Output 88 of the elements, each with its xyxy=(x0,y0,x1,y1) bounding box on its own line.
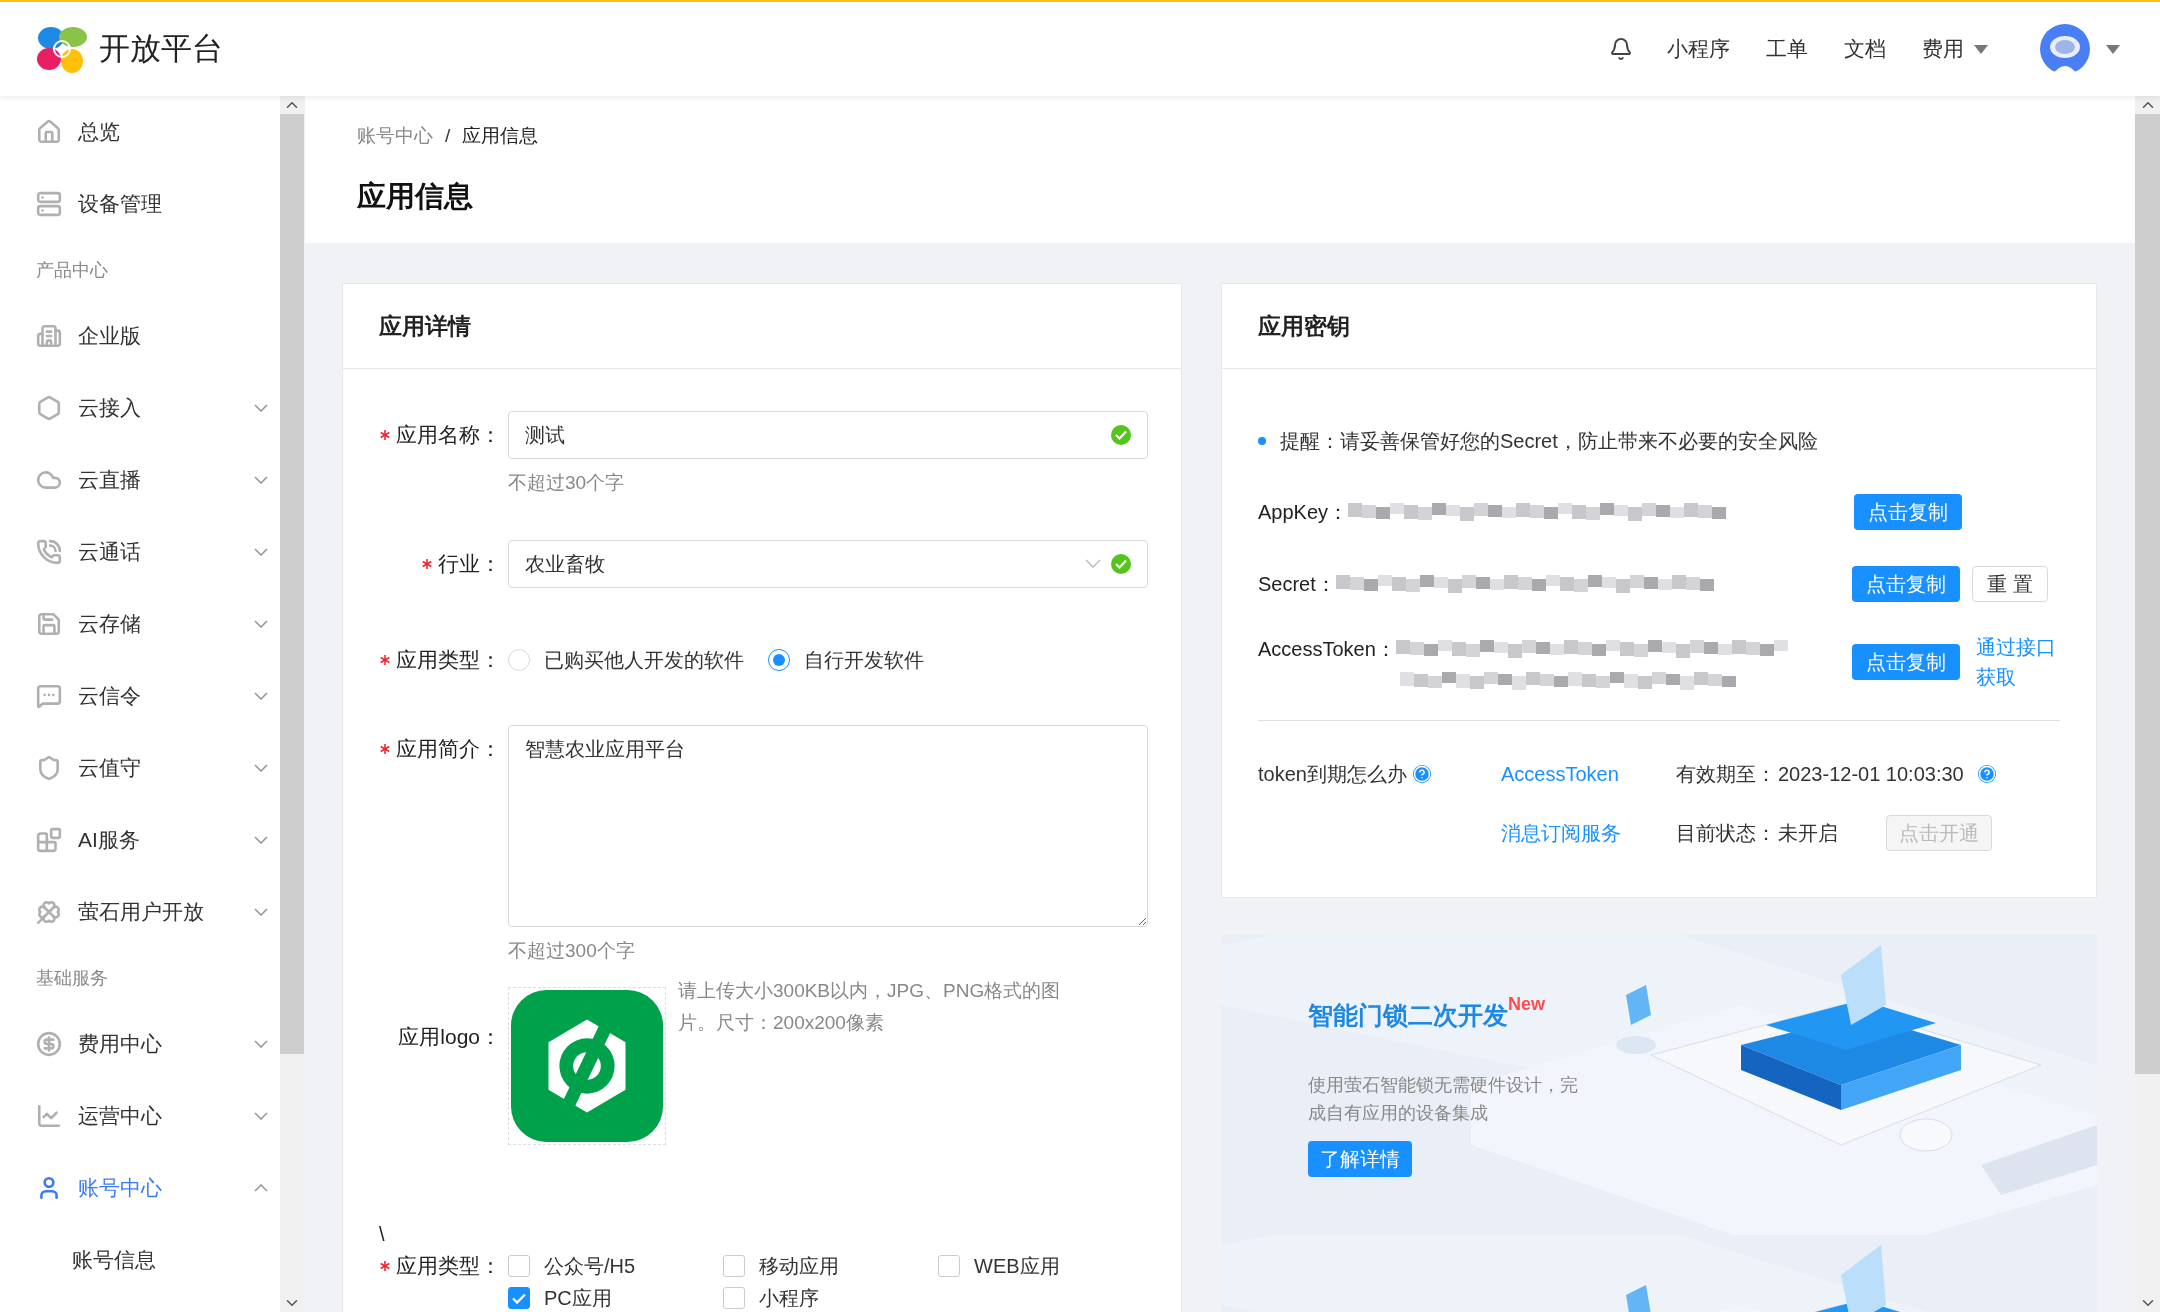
checkbox-label[interactable]: 小程序 xyxy=(759,1283,819,1312)
caret-down-icon[interactable] xyxy=(2106,44,2120,54)
sidebar-item[interactable]: 账号中心 xyxy=(0,1152,280,1224)
reset-button[interactable]: 重 置 xyxy=(1972,566,2048,602)
coin-icon xyxy=(36,1031,62,1057)
hexagon-icon xyxy=(36,395,62,421)
sidebar-item[interactable]: AI服务 xyxy=(0,804,280,876)
sidebar-item[interactable]: 运营中心 xyxy=(0,1080,280,1152)
breadcrumb-link[interactable]: 账号中心 xyxy=(357,122,433,151)
clover-icon xyxy=(36,899,62,925)
field-label: 应用类型： xyxy=(396,1253,501,1280)
checkbox-label[interactable]: WEB应用 xyxy=(974,1251,1060,1281)
field-label: 应用名称： xyxy=(396,422,501,449)
sidebar-item[interactable]: 设备管理 xyxy=(0,168,280,240)
status-value: 2023-12-01 10:03:30 xyxy=(1778,762,1964,787)
scrollbar-thumb[interactable] xyxy=(2135,114,2160,1074)
checkbox-label[interactable]: 移动应用 xyxy=(759,1251,839,1281)
sidebar-item[interactable]: 云信令 xyxy=(0,660,280,732)
sidebar-item[interactable]: 萤石用户开放 xyxy=(0,876,280,948)
select-field[interactable]: 农业畜牧 xyxy=(508,539,1148,588)
nav-link[interactable]: 费用 xyxy=(1922,33,1988,65)
logo-icon xyxy=(35,24,89,74)
checkbox[interactable] xyxy=(508,1287,530,1309)
section-label: 基础服务 xyxy=(36,966,108,990)
check-icon xyxy=(512,1292,526,1304)
section-label: 产品中心 xyxy=(36,258,108,282)
key-label: AppKey： xyxy=(1258,500,1349,525)
sidebar-item[interactable]: 云接入 xyxy=(0,372,280,444)
checkbox[interactable] xyxy=(938,1255,960,1277)
nav-link[interactable]: 小程序 xyxy=(1667,33,1730,65)
sidebar-item[interactable]: 云存储 xyxy=(0,588,280,660)
server-icon xyxy=(36,191,62,217)
sidebar-subitem[interactable]: 账号信息 xyxy=(0,1224,280,1296)
radio-label[interactable]: 自行开发软件 xyxy=(804,644,924,675)
text-field[interactable]: 测试 xyxy=(508,411,1148,459)
radio-label[interactable]: 已购买他人开发的软件 xyxy=(544,644,744,675)
notice-text: 提醒：请妥善保管好您的Secret，防止带来不必要的安全风险 xyxy=(1280,429,1818,454)
home-icon xyxy=(36,119,62,145)
status-value: 未开启 xyxy=(1778,821,1838,846)
checkbox[interactable] xyxy=(508,1255,530,1277)
help-icon[interactable] xyxy=(1977,765,1996,783)
chevron-down-icon xyxy=(1085,559,1101,568)
checkbox-label[interactable]: PC应用 xyxy=(544,1283,612,1312)
field-hint: 不超过30个字 xyxy=(508,471,625,495)
page-title: 应用信息 xyxy=(357,179,473,212)
upload-help-text: 请上传大小300KB以内，JPG、PNG格式的图片。尺寸：200x200像素 xyxy=(678,979,1062,1035)
card-title: 应用详情 xyxy=(379,311,471,341)
platform-title: 开放平台 xyxy=(99,29,223,68)
sidebar-item[interactable]: 云通话 xyxy=(0,516,280,588)
description-textarea[interactable]: 智慧农业应用平台 xyxy=(508,724,1148,927)
checkbox[interactable] xyxy=(723,1287,745,1309)
sidebar-item[interactable]: 费用中心 xyxy=(0,1008,280,1080)
nav-link[interactable]: 工单 xyxy=(1766,33,1808,65)
breadcrumb-current: 应用信息 xyxy=(462,124,539,148)
chat-bubble-icon xyxy=(36,683,62,709)
field-label: 行业： xyxy=(438,550,501,577)
building-icon xyxy=(36,323,62,349)
sidebar-item[interactable]: 总览 xyxy=(0,96,280,168)
field-label: 应用类型： xyxy=(396,646,501,673)
stray-text: \ xyxy=(379,1223,385,1245)
field-label: 应用简介： xyxy=(396,735,501,762)
bullet-icon xyxy=(1258,437,1266,445)
sidebar-item[interactable]: 云直播 xyxy=(0,444,280,516)
card-title: 应用密钥 xyxy=(1258,311,1350,341)
key-label: AccessToken： xyxy=(1258,636,1396,662)
shield-icon xyxy=(36,755,62,781)
checkbox[interactable] xyxy=(723,1255,745,1277)
scrollbar-thumb[interactable] xyxy=(280,114,304,1054)
scrollbar[interactable] xyxy=(2135,96,2160,1312)
field-label: 应用logo： xyxy=(398,1024,501,1051)
notification-bell-icon[interactable] xyxy=(1609,37,1633,61)
sidebar-item[interactable]: 云值守 xyxy=(0,732,280,804)
chart-icon xyxy=(36,1103,62,1129)
breadcrumb-separator: / xyxy=(445,124,451,148)
avatar-icon[interactable] xyxy=(2040,24,2090,74)
sidebar-item[interactable]: 企业版 xyxy=(0,300,280,372)
blocks-icon xyxy=(36,827,62,853)
app-logo-icon xyxy=(508,987,666,1145)
phone-icon xyxy=(36,539,62,565)
status-label: 目前状态： xyxy=(1676,821,1776,846)
checkbox-label[interactable]: 公众号/H5 xyxy=(544,1251,636,1281)
token-help-text: token到期怎么办 xyxy=(1258,762,1407,787)
key-label: Secret： xyxy=(1258,572,1336,597)
scrollbar[interactable] xyxy=(280,96,304,1312)
status-label: 有效期至： xyxy=(1676,762,1776,787)
help-icon[interactable] xyxy=(1412,765,1431,783)
nav-link[interactable]: 文档 xyxy=(1844,33,1886,65)
field-hint: 不超过300个字 xyxy=(508,938,635,963)
